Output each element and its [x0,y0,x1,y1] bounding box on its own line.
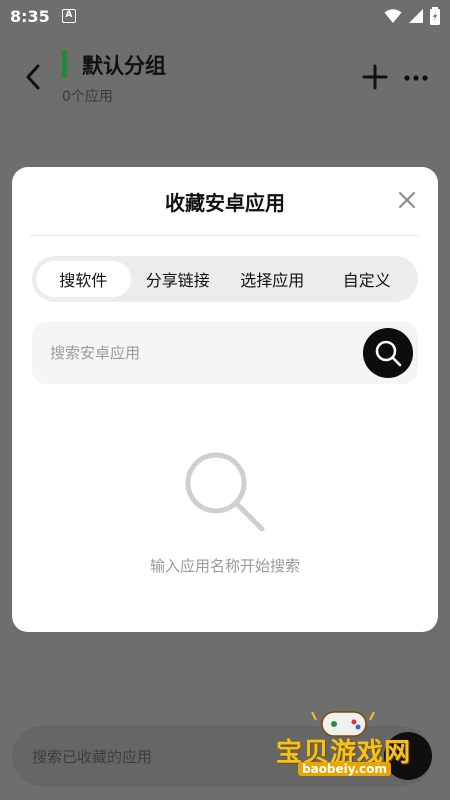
group-accent-bar [62,50,67,78]
watermark-site: baobeiy.com [298,762,391,776]
status-bar: 8:35 A [0,0,450,32]
status-icons [384,7,440,25]
empty-search-icon [185,452,265,532]
app-search-input[interactable] [32,322,362,384]
favorite-android-app-dialog: 收藏安卓应用 搜软件 分享链接 选择应用 自定义 输入应用名称开始搜索 [12,167,438,632]
close-icon[interactable] [398,191,416,209]
tab-select-app[interactable]: 选择应用 [225,261,320,297]
tab-custom[interactable]: 自定义 [320,261,415,297]
add-plus-icon[interactable] [362,64,388,90]
dialog-title: 收藏安卓应用 [165,191,285,215]
notification-app-icon: A [61,9,76,23]
search-button[interactable] [363,328,413,378]
signal-icon [409,9,423,23]
empty-state-text: 输入应用名称开始搜索 [149,557,300,575]
more-icon[interactable] [404,74,428,82]
wifi-icon [384,9,402,23]
status-time: 8:35 [10,6,50,26]
group-app-count: 0个应用 [62,89,113,105]
dialog-divider [30,235,420,236]
battery-icon [430,7,440,25]
favorites-search-placeholder: 搜索已收藏的应用 [32,747,153,766]
back-chevron-left-icon[interactable] [22,62,46,92]
search-icon [375,340,402,367]
app-search-box [32,322,418,384]
source-tabs: 搜软件 分享链接 选择应用 自定义 [32,256,418,302]
group-title: 默认分组 [82,54,166,78]
tab-search-software[interactable]: 搜软件 [36,261,131,297]
tab-share-link[interactable]: 分享链接 [131,261,226,297]
